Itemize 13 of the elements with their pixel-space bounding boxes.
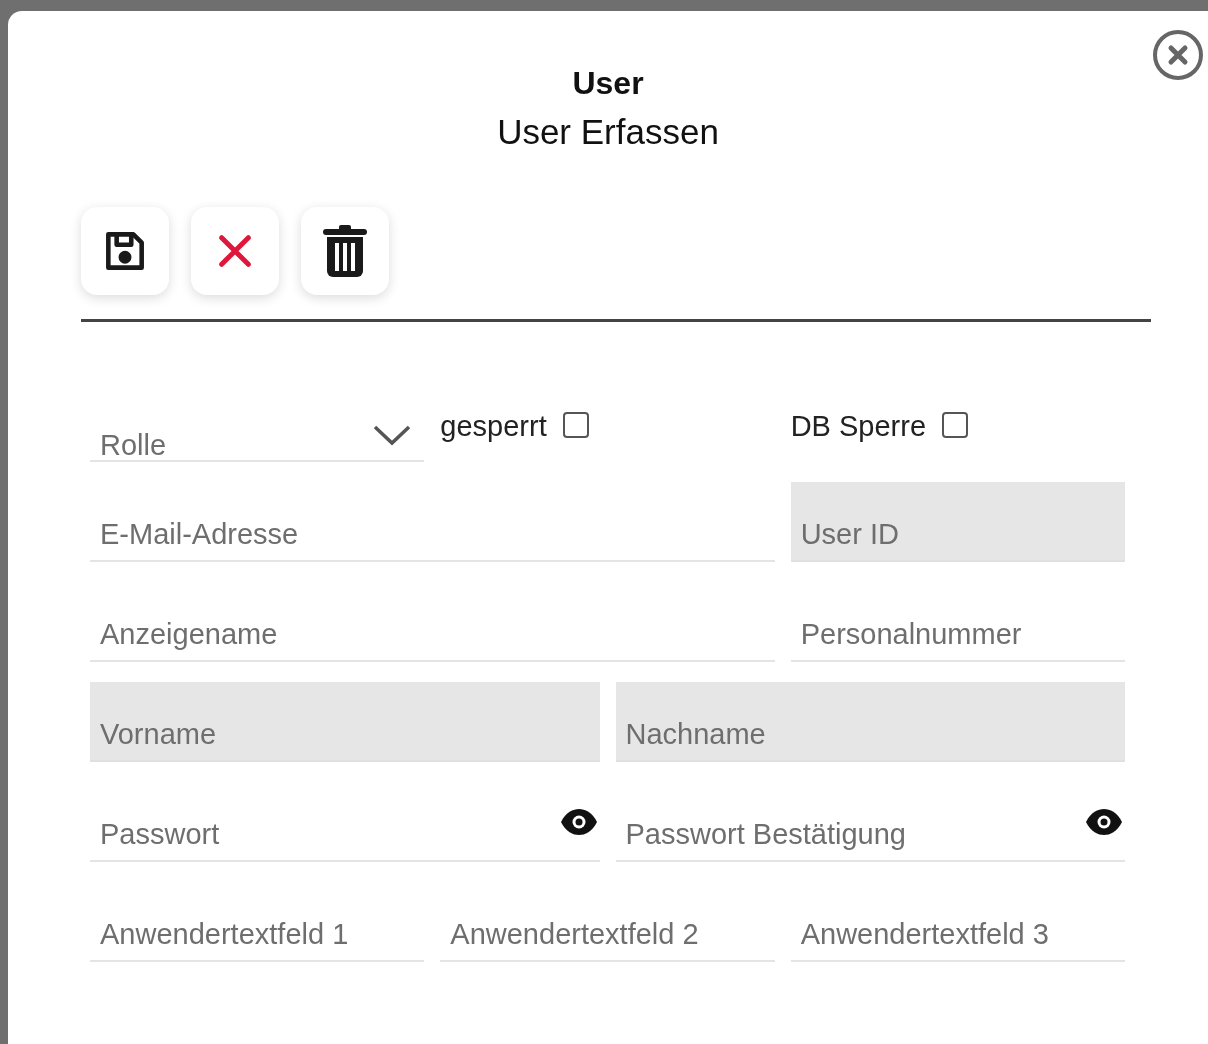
dialog-title: User (572, 64, 644, 103)
dialog-subtitle: User Erfassen (497, 111, 719, 153)
delete-button[interactable] (301, 207, 389, 295)
trash-icon (321, 223, 369, 279)
checkbox[interactable] (942, 412, 969, 438)
checkbox-label: gesperrt (440, 408, 547, 444)
checkbox[interactable] (562, 412, 589, 438)
close-icon[interactable] (1152, 29, 1204, 81)
eye-icon[interactable] (1085, 808, 1123, 836)
cancel-button[interactable] (191, 207, 279, 295)
save-button[interactable] (81, 207, 169, 295)
checkbox-label: DB Sperre (790, 408, 927, 444)
eye-icon[interactable] (559, 808, 598, 836)
